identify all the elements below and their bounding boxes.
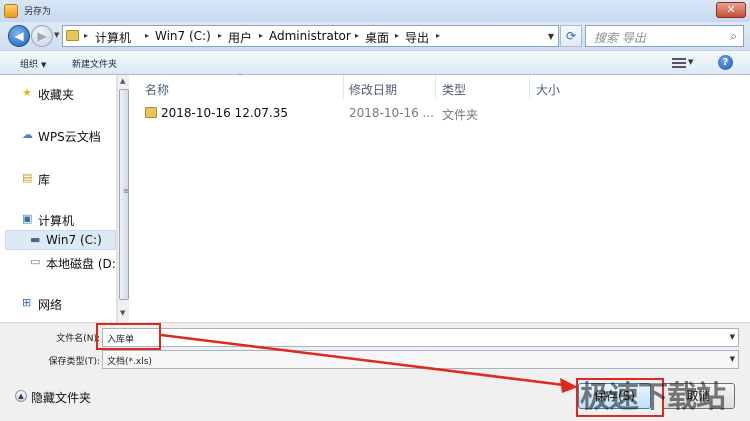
title-bar: 另存为 ✕ [0, 0, 750, 22]
filetype-value[interactable]: 文档(*.xls) [107, 354, 152, 367]
search-placeholder[interactable]: 搜索 导出 [594, 29, 646, 46]
scroll-down-icon[interactable]: ▼ [120, 309, 125, 317]
breadcrumb-drive[interactable]: Win7 (C:) [155, 29, 211, 43]
search-icon[interactable]: ⌕ [730, 29, 737, 44]
sidebar-item-wps-cloud[interactable]: WPS云文档 [38, 128, 101, 145]
file-name: 2018-10-16 12.07.35 [161, 106, 288, 120]
scroll-up-icon[interactable]: ▲ [120, 77, 125, 85]
window-title: 另存为 [24, 7, 52, 17]
sidebar-item-network[interactable]: 网络 [38, 296, 62, 313]
grip-icon: ≡ [123, 187, 129, 195]
hide-folders-toggle[interactable]: 隐藏文件夹 [31, 389, 91, 406]
scrollbar-thumb[interactable]: ≡ [119, 89, 129, 300]
view-dropdown-icon[interactable]: ▼ [688, 58, 693, 66]
breadcrumb-users[interactable]: 用户 [228, 29, 252, 46]
chevron-down-icon: ▼ [41, 61, 47, 69]
sort-ascending-icon: ^ [237, 73, 243, 81]
filetype-select[interactable]: 文档(*.xls) ▼ [102, 350, 739, 369]
column-header-size[interactable]: 大小 [536, 81, 560, 98]
sidebar-item-drive-d[interactable]: 本地磁盘 (D: [46, 255, 116, 272]
navigation-bar: ◀ ▶ ▼ ▸ 计算机 ▸ Win7 (C:) ▸ 用户 ▸ Administr… [0, 22, 750, 50]
file-type: 文件夹 [442, 108, 479, 122]
cloud-icon: ☁ [22, 128, 33, 141]
sidebar-item-computer[interactable]: 计算机 [38, 212, 74, 229]
address-dropdown-icon[interactable]: ▼ [548, 32, 554, 41]
table-row[interactable]: 2018-10-16 12.07.35 2018-10-16 ... 文件夹 [143, 105, 483, 123]
chevron-right-icon[interactable]: ▸ [84, 31, 88, 40]
view-options-icon[interactable] [672, 56, 686, 68]
chevron-right-icon[interactable]: ▸ [218, 31, 222, 40]
filename-input[interactable]: 入库单 ▼ [102, 328, 739, 347]
forward-button[interactable]: ▶ [31, 25, 53, 47]
filename-label: 文件名(N): [56, 334, 100, 344]
column-header-name[interactable]: 名称 [145, 81, 169, 98]
breadcrumb-desktop[interactable]: 桌面 [365, 29, 389, 46]
column-header-date[interactable]: 修改日期 [349, 81, 397, 98]
drive-icon: ▬ [30, 233, 41, 246]
star-icon: ★ [22, 86, 32, 99]
chevron-down-icon[interactable]: ▼ [730, 333, 735, 341]
disk-icon: ▭ [30, 255, 41, 268]
folder-icon [66, 30, 79, 41]
chevron-right-icon[interactable]: ▸ [355, 31, 359, 40]
save-form: 文件名(N): 入库单 ▼ 保存类型(T): 文档(*.xls) ▼ [0, 322, 750, 372]
chevron-down-icon[interactable]: ▼ [730, 355, 735, 363]
back-button[interactable]: ◀ [8, 25, 30, 47]
column-divider[interactable] [529, 75, 530, 99]
history-dropdown-icon[interactable]: ▼ [54, 31, 59, 39]
command-toolbar: 组织 ▼ 新建文件夹 ▼ ? [0, 50, 750, 75]
chevron-right-icon[interactable]: ▸ [259, 31, 263, 40]
library-icon: ▤ [22, 171, 33, 184]
sidebar-item-favorites[interactable]: 收藏夹 [38, 86, 74, 103]
folder-icon [145, 107, 157, 118]
navigation-pane: ★ 收藏夹 ☁ WPS云文档 ▤ 库 ▣ 计算机 ▬ Win7 (C:) ▭ 本… [0, 75, 117, 322]
sidebar-scrollbar[interactable]: ▲ ≡ ▼ [117, 75, 129, 322]
organize-label: 组织 [20, 60, 39, 70]
address-bar[interactable]: ▸ 计算机 ▸ Win7 (C:) ▸ 用户 ▸ Administrator ▸… [62, 25, 559, 47]
watermark: 极速下载站 [580, 380, 726, 415]
column-header-type[interactable]: 类型 [442, 81, 466, 98]
breadcrumb-administrator[interactable]: Administrator [269, 29, 351, 43]
refresh-button[interactable]: ⟳ [560, 25, 582, 47]
highlight-box-filename [96, 323, 161, 350]
chevron-right-icon[interactable]: ▸ [395, 31, 399, 40]
organize-menu[interactable]: 组织 ▼ [20, 57, 46, 70]
chevron-right-icon[interactable]: ▸ [145, 31, 149, 40]
sidebar-item-drive-c[interactable]: Win7 (C:) [46, 233, 102, 247]
collapse-icon[interactable]: ▲ [15, 390, 27, 402]
breadcrumb-export[interactable]: 导出 [405, 29, 429, 46]
breadcrumb-computer[interactable]: 计算机 [95, 29, 131, 46]
filetype-label: 保存类型(T): [48, 357, 100, 367]
help-icon[interactable]: ? [718, 55, 733, 70]
sidebar-item-library[interactable]: 库 [38, 171, 50, 188]
save-as-icon [4, 4, 18, 18]
new-folder-button[interactable]: 新建文件夹 [72, 57, 117, 70]
column-divider[interactable] [343, 75, 344, 99]
network-icon: ⊞ [22, 296, 32, 309]
search-box[interactable]: 搜索 导出 ⌕ [585, 25, 744, 47]
file-date: 2018-10-16 ... [349, 106, 434, 120]
computer-icon: ▣ [22, 212, 33, 225]
close-button[interactable]: ✕ [716, 2, 746, 18]
column-divider[interactable] [435, 75, 436, 99]
file-list: ^ 名称 修改日期 类型 大小 2018-10-16 12.07.35 2018… [129, 73, 750, 322]
chevron-right-icon[interactable]: ▸ [436, 31, 440, 40]
